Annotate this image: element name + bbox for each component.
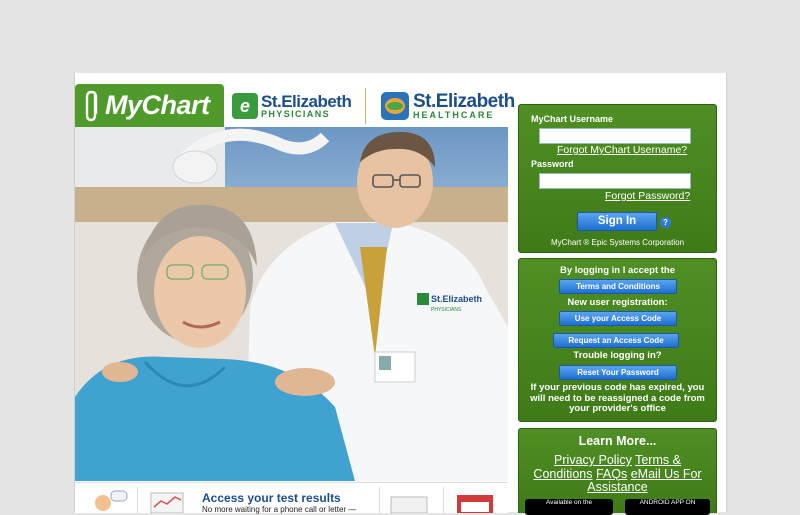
- learn-more-heading: Learn More...: [578, 434, 657, 448]
- promo-strip: Access your test results No more waiting…: [75, 482, 508, 514]
- terms-button[interactable]: Terms and Conditions: [559, 279, 677, 294]
- paperclip-icon: [85, 90, 98, 121]
- new-user-text: New user registration:: [567, 297, 668, 308]
- google-play-badge[interactable]: ANDROID APP ON: [625, 499, 710, 515]
- mychart-logo-text: MyChart: [105, 90, 210, 120]
- prescription-icon: [390, 496, 428, 513]
- username-label: MyChart Username: [531, 114, 614, 124]
- sign-in-button[interactable]: Sign In: [577, 212, 657, 231]
- password-label: Password: [531, 159, 574, 169]
- app-store-badge-text: Available on the: [545, 499, 593, 506]
- google-play-badge-text: ANDROID APP ON: [639, 499, 696, 506]
- doctor-patient-illustration: St.Elizabeth PHYSICIANS: [75, 127, 508, 481]
- help-icon[interactable]: ?: [660, 217, 671, 228]
- physicians-logo-name: St.Elizabeth: [261, 92, 352, 111]
- app-store-badge[interactable]: Available on the: [525, 499, 613, 515]
- healthcare-logo-sub: HEALTHCARE: [413, 110, 495, 120]
- password-input[interactable]: [539, 173, 691, 189]
- reset-password-button[interactable]: Reset Your Password: [559, 365, 677, 380]
- learn-more-panel: Learn More... Privacy Policy Terms & Con…: [518, 428, 717, 515]
- epic-copyright: MyChart ® Epic Systems Corporation: [550, 238, 685, 247]
- hero-photo: St.Elizabeth PHYSICIANS: [75, 127, 508, 481]
- login-panel: MyChart Username Forgot MyChart Username…: [518, 104, 717, 253]
- learn-more-links: Privacy Policy Terms & Conditions FAQs e…: [523, 453, 712, 495]
- promo-separator: [379, 487, 380, 513]
- trouble-text: Trouble logging in?: [573, 350, 662, 361]
- person-speech-icon: [95, 490, 128, 511]
- access-panel: By logging in I accept the Terms and Con…: [518, 258, 717, 422]
- accept-text: By logging in I accept the: [559, 265, 676, 276]
- mychart-logo: MyChart: [75, 84, 224, 127]
- coat-logo-text: St.Elizabeth: [431, 294, 482, 304]
- logo-divider: [365, 88, 366, 124]
- coat-logo-sub: PHYSICIANS: [431, 307, 462, 313]
- expired-code-note: If your previous code has expired, you w…: [530, 382, 705, 414]
- username-input[interactable]: [539, 128, 691, 144]
- use-access-code-button[interactable]: Use your Access Code: [559, 311, 677, 326]
- privacy-policy-link[interactable]: Privacy Policy: [554, 453, 632, 467]
- test-results-icon: [150, 492, 184, 513]
- forgot-password-link[interactable]: Forgot Password?: [605, 190, 690, 202]
- physicians-logo-icon: e: [232, 93, 258, 119]
- request-access-code-button[interactable]: Request an Access Code: [553, 333, 679, 348]
- healthcare-logo-name: St.Elizabeth: [413, 91, 515, 112]
- calendar-icon: [457, 495, 493, 513]
- forgot-username-link[interactable]: Forgot MyChart Username?: [557, 144, 687, 156]
- faqs-link[interactable]: FAQs: [596, 467, 627, 481]
- promo-separator: [443, 487, 444, 513]
- physicians-logo-sub: PHYSICIANS: [261, 109, 331, 119]
- healthcare-logo-icon: [381, 92, 409, 120]
- promo-separator: [137, 487, 138, 513]
- promo-subtitle: No more waiting for a phone call or lett…: [202, 505, 357, 514]
- promo-title: Access your test results: [202, 491, 341, 505]
- st-elizabeth-physicians-logo: e St.Elizabeth PHYSICIANS: [232, 90, 352, 122]
- st-elizabeth-healthcare-logo: St.Elizabeth HEALTHCARE: [381, 90, 515, 122]
